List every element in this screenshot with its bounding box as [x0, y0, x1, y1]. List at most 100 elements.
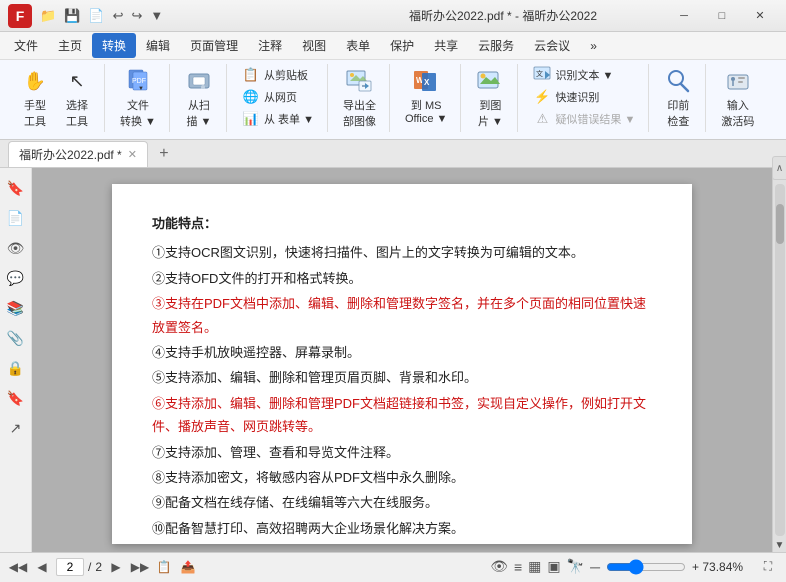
to-image-button[interactable]: 到图片 ▼: [471, 64, 509, 132]
menu-page-manage[interactable]: 页面管理: [180, 33, 248, 58]
sidebar-layers-icon[interactable]: 📚: [4, 296, 28, 320]
maximize-button[interactable]: □: [704, 6, 740, 26]
menu-cloud-meeting[interactable]: 云会议: [524, 33, 580, 58]
eye-view-icon[interactable]: 👁: [490, 558, 508, 575]
ribbon-group-export-images: 导出全部图像: [330, 64, 390, 132]
prev-page-button[interactable]: ◀◀: [8, 557, 28, 577]
svg-text:X: X: [424, 78, 430, 87]
new-icon[interactable]: 📄: [86, 6, 106, 26]
save-icon[interactable]: 💾: [62, 6, 82, 26]
menu-cloud[interactable]: 云服务: [468, 33, 524, 58]
doc-item-4: ④支持手机放映遥控器、屏幕录制。: [152, 341, 652, 364]
close-button[interactable]: ✕: [742, 6, 778, 26]
status-bar-left: ◀◀ ◀ / 2 ▶ ▶▶ 📋 📤: [8, 557, 198, 577]
pdf-page: 功能特点： ①支持OCR图文识别，快速将扫描件、图片上的文字转换为可编辑的文本。…: [112, 184, 692, 544]
svg-text:文: 文: [536, 69, 543, 78]
sidebar-bookmark2-icon[interactable]: 🔖: [4, 386, 28, 410]
preflight-button[interactable]: 印前检查: [659, 64, 697, 132]
hand-icon: ✋: [21, 67, 49, 95]
input-activation-button[interactable]: 输入激活码: [716, 64, 759, 132]
menu-home[interactable]: 主页: [48, 33, 92, 58]
sidebar-attachments-icon[interactable]: 📎: [4, 326, 28, 350]
zoom-mode-icon[interactable]: 🔭: [567, 558, 584, 575]
menu-form[interactable]: 表单: [336, 33, 380, 58]
quick-tools: 📁 💾 📄 ↩ ↪ ▼: [38, 6, 348, 26]
save-copy-button[interactable]: 📋: [154, 557, 174, 577]
preflight-icon: [664, 67, 692, 95]
export-images-icon: [345, 67, 373, 95]
menu-convert[interactable]: 转换: [92, 33, 136, 58]
single-page-icon[interactable]: ≡: [514, 559, 522, 575]
from-clipboard-button[interactable]: 📋 从剪贴板: [237, 64, 319, 86]
from-form-button[interactable]: 📊 从 表单 ▼: [237, 108, 319, 130]
quick-identify-button[interactable]: ⚡ 快速识别: [528, 86, 640, 108]
scan-button[interactable]: 从扫描 ▼: [180, 64, 218, 132]
menu-more[interactable]: »: [580, 35, 607, 57]
menu-annotate[interactable]: 注释: [248, 33, 292, 58]
add-tab-button[interactable]: +: [152, 143, 176, 165]
sidebar-security-icon[interactable]: 🔒: [4, 356, 28, 380]
menu-edit[interactable]: 编辑: [136, 33, 180, 58]
scroll-track[interactable]: [775, 184, 785, 536]
menu-protect[interactable]: 保护: [380, 33, 424, 58]
zoom-minus[interactable]: ─: [590, 559, 600, 575]
activation-icon: [724, 67, 752, 95]
sidebar-bookmark-icon[interactable]: 🔖: [4, 176, 28, 200]
left-sidebar: 🔖 📄 👁 💬 📚 📎 🔒 🔖 ↗: [0, 168, 32, 552]
menu-share[interactable]: 共享: [424, 33, 468, 58]
doc-item-5: ⑤支持添加、编辑、删除和管理页眉页脚、背景和水印。: [152, 366, 652, 389]
ribbon-collapse-button[interactable]: ∧: [772, 156, 786, 180]
main-area: 🔖 📄 👁 💬 📚 📎 🔒 🔖 ↗ 功能特点： ①支持OCR图文识别，快速将扫描…: [0, 168, 786, 552]
zoom-slider[interactable]: [606, 559, 686, 575]
sidebar-comments-icon[interactable]: 💬: [4, 266, 28, 290]
file-convert-icon: PDF ▼: [124, 67, 152, 95]
redo-icon[interactable]: ↪: [129, 6, 144, 26]
ribbon-group-file-convert: PDF ▼ 文件转换 ▼: [107, 64, 170, 132]
select-icon: ↖: [63, 67, 91, 95]
menu-file[interactable]: 文件: [4, 33, 48, 58]
page-number-input[interactable]: [56, 558, 84, 576]
ribbon-group-to-image: 到图片 ▼: [463, 64, 518, 132]
document-tab[interactable]: 福昕办公2022.pdf * ✕: [8, 141, 148, 167]
export-all-images-button[interactable]: 导出全部图像: [338, 64, 381, 132]
content-area[interactable]: 功能特点： ①支持OCR图文识别，快速将扫描件、图片上的文字转换为可编辑的文本。…: [32, 168, 772, 552]
scroll-mode-icon[interactable]: ▣: [547, 558, 560, 575]
zoom-percent: + 73.84%: [692, 560, 752, 574]
next-page-button[interactable]: ▶▶: [130, 557, 150, 577]
from-web-button[interactable]: 🌐 从网页: [237, 86, 319, 108]
share-doc-button[interactable]: 📤: [178, 557, 198, 577]
window-controls: ─ □ ✕: [666, 6, 778, 26]
sidebar-signatures-icon[interactable]: 👁: [4, 236, 28, 260]
identify-text-button[interactable]: 文 识别文本 ▼: [528, 64, 640, 86]
select-tool-button[interactable]: ↖ 选择工具: [58, 64, 96, 132]
minimize-button[interactable]: ─: [666, 6, 702, 26]
quicktools-more[interactable]: ▼: [148, 6, 165, 25]
open-icon[interactable]: 📁: [38, 6, 58, 26]
to-ms-office-button[interactable]: W X 到 MSOffice ▼: [400, 64, 452, 128]
file-convert-button[interactable]: PDF ▼ 文件转换 ▼: [115, 64, 161, 132]
close-tab-button[interactable]: ✕: [128, 148, 137, 161]
suspected-errors-button[interactable]: ⚠ 疑似错误结果 ▼: [528, 108, 640, 130]
doc-item-7: ⑦支持添加、管理、查看和导览文件注释。: [152, 441, 652, 464]
web-icon: 🌐: [242, 88, 260, 106]
menu-view[interactable]: 视图: [292, 33, 336, 58]
undo-icon[interactable]: ↩: [111, 6, 126, 26]
page-back-button[interactable]: ◀: [32, 557, 52, 577]
ribbon-group-scan: 从扫描 ▼: [172, 64, 227, 132]
page-forward-button[interactable]: ▶: [106, 557, 126, 577]
ribbon-group-hand-select: ✋ 手型工具 ↖ 选择工具: [8, 64, 105, 132]
doc-title: 功能特点：: [152, 212, 652, 235]
sidebar-nav-icon[interactable]: ↗: [4, 416, 28, 440]
scroll-down-button[interactable]: ▼: [773, 538, 786, 552]
right-scrollbar[interactable]: ▲ ▼: [772, 168, 786, 552]
scroll-thumb[interactable]: [776, 204, 784, 244]
doc-item-9: ⑨配备文档在线存储、在线编辑等六大在线服务。: [152, 491, 652, 514]
quick-identify-icon: ⚡: [533, 88, 551, 106]
hand-tool-button[interactable]: ✋ 手型工具: [16, 64, 54, 132]
clipboard-icon: 📋: [242, 66, 260, 84]
sidebar-pages-icon[interactable]: 📄: [4, 206, 28, 230]
fullscreen-button[interactable]: ⛶: [758, 557, 778, 577]
window-title: 福昕办公2022.pdf * - 福昕办公2022: [348, 7, 658, 24]
status-bar-right: 👁 ≡ ▦ ▣ 🔭 ─ + 73.84% ⛶: [490, 557, 778, 577]
two-page-icon[interactable]: ▦: [528, 558, 541, 575]
